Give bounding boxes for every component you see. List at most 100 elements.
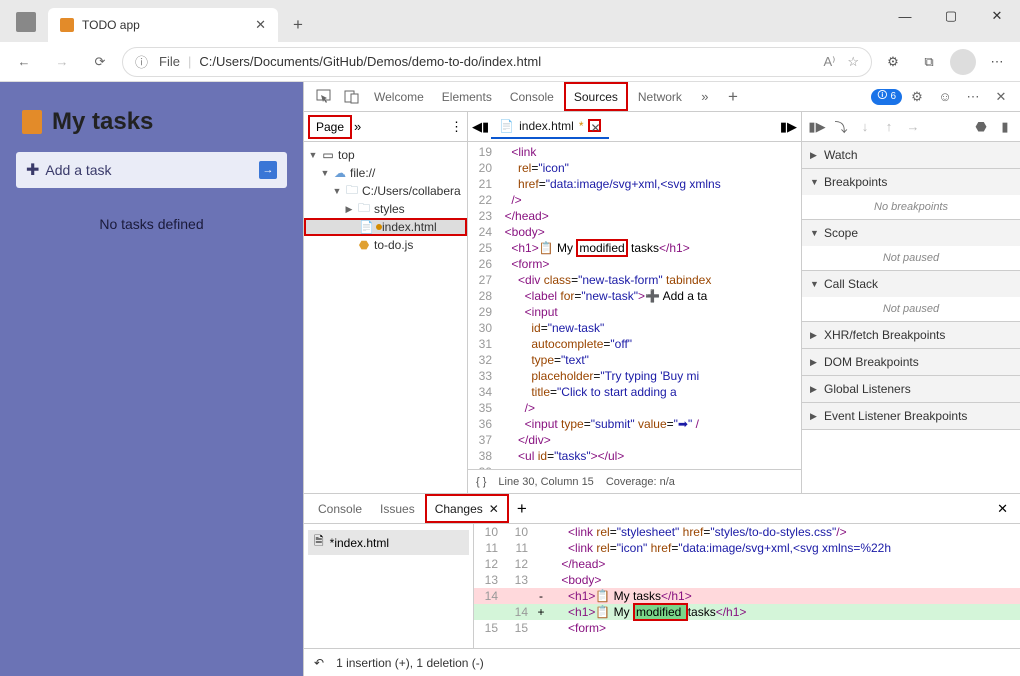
pause-exceptions-icon[interactable]: ▮ bbox=[996, 118, 1014, 136]
issues-badge[interactable]: 🛈 6 bbox=[871, 89, 902, 105]
drawer-add-tab-button[interactable]: + bbox=[511, 499, 533, 519]
panel-breakpoints[interactable]: ▼Breakpoints bbox=[802, 169, 1020, 195]
forward-button[interactable]: → bbox=[46, 46, 78, 78]
resume-button[interactable]: ▮▶ bbox=[808, 118, 826, 136]
changes-status-bar: ↶ 1 insertion (+), 1 deletion (-) bbox=[304, 648, 1020, 676]
panel-scope[interactable]: ▼Scope bbox=[802, 220, 1020, 246]
editor-status-bar: { } Line 30, Column 15 Coverage: n/a bbox=[468, 469, 801, 493]
address-bar: ← → ⟳ ⓘ File | C:/Users/Documents/GitHub… bbox=[0, 42, 1020, 82]
settings-icon[interactable]: ⚙ bbox=[878, 47, 908, 77]
file-tree[interactable]: ▼▭top ▼☁file:// ▼🗀C:/Users/collabera ▶🗀s… bbox=[304, 142, 467, 493]
page-heading: My tasks bbox=[22, 108, 287, 136]
back-button[interactable]: ← bbox=[8, 46, 40, 78]
tab-network[interactable]: Network bbox=[630, 82, 690, 111]
step-button[interactable]: → bbox=[904, 118, 922, 136]
tree-file-todojs[interactable]: ⬣to-do.js bbox=[304, 236, 467, 254]
step-into-button[interactable]: ↓ bbox=[856, 118, 874, 136]
devtools-settings-icon[interactable]: ⚙ bbox=[904, 84, 930, 110]
navigator-menu-icon[interactable]: ⋮ bbox=[450, 119, 463, 135]
devtools-menu-icon[interactable]: ⋯ bbox=[960, 84, 986, 110]
file-modified-asterisk: * bbox=[579, 119, 584, 133]
drawer-tab-close-icon[interactable]: ✕ bbox=[489, 502, 499, 516]
drawer-tab-console[interactable]: Console bbox=[310, 494, 370, 523]
step-over-button[interactable]: ⤵ bbox=[832, 118, 850, 136]
profile-avatar[interactable] bbox=[950, 49, 976, 75]
devtools-main-tabs: Welcome Elements Console Sources Network… bbox=[304, 82, 1020, 112]
feedback-icon[interactable]: ☺ bbox=[932, 84, 958, 110]
tab-elements[interactable]: Elements bbox=[434, 82, 500, 111]
tree-top[interactable]: ▼▭top bbox=[304, 146, 467, 164]
window-maximize-button[interactable]: ▢ bbox=[928, 0, 974, 32]
no-breakpoints-text: No breakpoints bbox=[802, 195, 1020, 219]
clipboard-icon bbox=[22, 110, 42, 134]
editor-file-tab[interactable]: 📄index.html* ✕ bbox=[491, 115, 609, 139]
panel-xhr-breakpoints[interactable]: ▶XHR/fetch Breakpoints bbox=[802, 322, 1020, 348]
changes-file-list[interactable]: 🗎*index.html bbox=[304, 524, 474, 648]
panel-dom-breakpoints[interactable]: ▶DOM Breakpoints bbox=[802, 349, 1020, 375]
tab-title: TODO app bbox=[82, 18, 247, 32]
tree-file-origin[interactable]: ▼☁file:// bbox=[304, 164, 467, 182]
tree-folder-styles[interactable]: ▶🗀styles bbox=[304, 200, 467, 218]
tab-favicon bbox=[60, 18, 74, 32]
devtools-close-icon[interactable]: ✕ bbox=[988, 84, 1014, 110]
debugger-pane: ▮▶ ⤵ ↓ ↑ → ⬣ ▮ ▶Watch ▼BreakpointsNo bre… bbox=[802, 112, 1020, 493]
url-scheme-label: File bbox=[159, 54, 180, 69]
add-task-placeholder: Add a task bbox=[45, 162, 111, 178]
toggle-navigator-icon[interactable]: ◀▮ bbox=[472, 119, 489, 135]
drawer-close-icon[interactable]: ✕ bbox=[991, 501, 1014, 517]
panel-watch[interactable]: ▶Watch bbox=[802, 142, 1020, 168]
changes-summary: 1 insertion (+), 1 deletion (-) bbox=[336, 656, 484, 670]
tree-folder-path[interactable]: ▼🗀C:/Users/collabera bbox=[304, 182, 467, 200]
collections-icon[interactable]: ⧉ bbox=[914, 47, 944, 77]
panel-callstack[interactable]: ▼Call Stack bbox=[802, 271, 1020, 297]
coverage-status: Coverage: n/a bbox=[606, 476, 675, 488]
code-editor[interactable]: 1920212223242526272829303132333435363738… bbox=[468, 142, 801, 469]
pretty-print-icon[interactable]: { } bbox=[476, 476, 486, 488]
tab-console[interactable]: Console bbox=[502, 82, 562, 111]
url-text: C:/Users/Documents/GitHub/Demos/demo-to-… bbox=[199, 54, 541, 69]
scope-not-paused: Not paused bbox=[802, 246, 1020, 270]
window-titlebar: TODO app ✕ + — ▢ ✕ bbox=[0, 0, 1020, 42]
step-out-button[interactable]: ↑ bbox=[880, 118, 898, 136]
inspect-element-icon[interactable] bbox=[310, 84, 336, 110]
new-tab-button[interactable]: + bbox=[284, 11, 312, 39]
browser-menu-button[interactable]: ⋯ bbox=[982, 47, 1012, 77]
devtools-drawer: Console Issues Changes✕ + ✕ 🗎*index.html… bbox=[304, 493, 1020, 676]
cursor-position: Line 30, Column 15 bbox=[498, 476, 593, 488]
window-minimize-button[interactable]: — bbox=[882, 0, 928, 32]
drawer-tab-changes[interactable]: Changes✕ bbox=[425, 494, 509, 523]
rendered-page: My tasks ✚Add a task → No tasks defined bbox=[0, 82, 303, 676]
revert-icon[interactable]: ↶ bbox=[314, 656, 324, 670]
changes-diff-view[interactable]: 1010 <link rel="stylesheet" href="styles… bbox=[474, 524, 1020, 648]
deactivate-breakpoints-icon[interactable]: ⬣ bbox=[972, 118, 990, 136]
site-info-icon[interactable]: ⓘ bbox=[135, 52, 151, 71]
favorite-icon[interactable]: ☆ bbox=[847, 54, 859, 70]
plus-icon: ✚ bbox=[26, 162, 39, 179]
drawer-tab-issues[interactable]: Issues bbox=[372, 494, 423, 523]
more-tabs-icon[interactable]: » bbox=[692, 84, 718, 110]
add-task-input[interactable]: ✚ Add a task → bbox=[16, 152, 287, 188]
navigator-more-icon[interactable]: » bbox=[354, 119, 361, 134]
panel-global-listeners[interactable]: ▶Global Listeners bbox=[802, 376, 1020, 402]
tab-welcome[interactable]: Welcome bbox=[366, 82, 432, 111]
device-toggle-icon[interactable] bbox=[338, 84, 364, 110]
tab-sources[interactable]: Sources bbox=[564, 82, 628, 111]
editor-tab-close-icon[interactable]: ✕ bbox=[588, 119, 601, 132]
devtools: Welcome Elements Console Sources Network… bbox=[303, 82, 1020, 676]
app-icon bbox=[16, 12, 36, 32]
window-close-button[interactable]: ✕ bbox=[974, 0, 1020, 32]
navigator-tab-page[interactable]: Page bbox=[308, 115, 352, 139]
callstack-not-paused: Not paused bbox=[802, 297, 1020, 321]
changes-file-item[interactable]: 🗎*index.html bbox=[308, 530, 469, 555]
url-input[interactable]: ⓘ File | C:/Users/Documents/GitHub/Demos… bbox=[122, 47, 872, 77]
panel-event-listener-breakpoints[interactable]: ▶Event Listener Breakpoints bbox=[802, 403, 1020, 429]
add-tab-button[interactable]: + bbox=[720, 84, 746, 110]
toggle-debugger-icon[interactable]: ▮▶ bbox=[780, 119, 797, 135]
reload-button[interactable]: ⟳ bbox=[84, 46, 116, 78]
browser-tab[interactable]: TODO app ✕ bbox=[48, 8, 278, 42]
tab-close-icon[interactable]: ✕ bbox=[255, 17, 266, 33]
submit-task-button[interactable]: → bbox=[259, 161, 277, 179]
sources-navigator: Page » ⋮ ▼▭top ▼☁file:// ▼🗀C:/Users/coll… bbox=[304, 112, 468, 493]
read-aloud-icon[interactable]: A⁾ bbox=[823, 54, 835, 70]
tree-file-indexhtml[interactable]: 📄index.html bbox=[304, 218, 467, 236]
